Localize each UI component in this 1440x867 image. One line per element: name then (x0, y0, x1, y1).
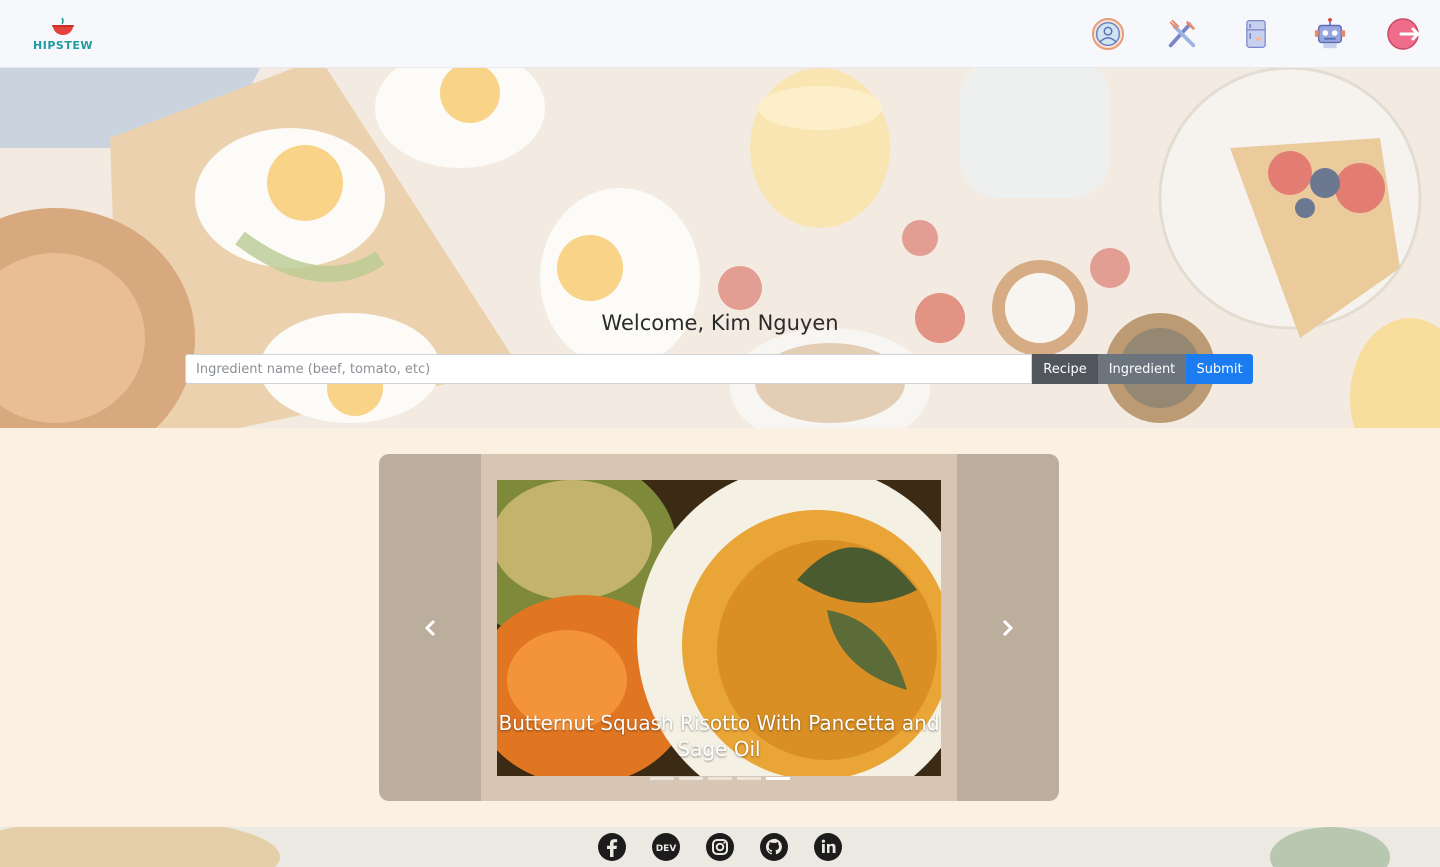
carousel-indicator[interactable] (737, 777, 761, 780)
navbar: HIPSTEW (0, 0, 1440, 68)
brand-name: HIPSTEW (33, 38, 93, 52)
nav-fridge[interactable] (1238, 14, 1274, 54)
fridge-icon (1246, 20, 1266, 48)
carousel-prev-button[interactable] (379, 454, 481, 801)
search-input[interactable] (185, 354, 1032, 384)
chevron-right-icon (1002, 619, 1014, 636)
linkedin-icon[interactable] (813, 832, 843, 862)
recipe-button[interactable]: Recipe (1032, 354, 1098, 384)
carousel-next-button[interactable] (957, 454, 1059, 801)
chevron-left-icon (424, 619, 436, 636)
hero-banner: Welcome, Kim Nguyen Recipe Ingredient Su… (0, 68, 1440, 428)
dev-icon[interactable]: DEV (651, 832, 681, 862)
logout-icon (1387, 18, 1420, 50)
soup-bowl-icon (52, 17, 74, 35)
carousel-caption: Butternut Squash Risotto With Pancetta a… (498, 711, 940, 761)
social-links: DEV (597, 832, 843, 862)
nav-icons (1090, 14, 1422, 54)
submit-button[interactable]: Submit (1186, 354, 1253, 384)
carousel-indicator[interactable] (650, 777, 674, 780)
welcome-heading: Welcome, Kim Nguyen (601, 311, 839, 335)
search-bar: Recipe Ingredient Submit (185, 354, 1253, 384)
instagram-icon[interactable] (705, 832, 735, 862)
brand-logo[interactable]: HIPSTEW (33, 16, 93, 52)
carousel-indicator-active[interactable] (766, 777, 790, 780)
svg-text:DEV: DEV (656, 844, 677, 854)
nav-robot[interactable] (1312, 14, 1348, 54)
fork-knife-icon (1168, 19, 1196, 48)
nav-recipes[interactable] (1164, 14, 1200, 54)
user-profile-icon (1091, 17, 1125, 51)
robot-icon (1314, 17, 1346, 49)
carousel-indicators (650, 777, 790, 780)
carousel-indicator[interactable] (679, 777, 703, 780)
nav-profile[interactable] (1090, 14, 1126, 54)
footer: DEV (0, 827, 1440, 867)
facebook-icon[interactable] (597, 832, 627, 862)
nav-logout[interactable] (1386, 14, 1422, 54)
recipe-carousel: Butternut Squash Risotto With Pancetta a… (379, 454, 1059, 801)
ingredient-button[interactable]: Ingredient (1098, 354, 1186, 384)
carousel-indicator[interactable] (708, 777, 732, 780)
github-icon[interactable] (759, 832, 789, 862)
